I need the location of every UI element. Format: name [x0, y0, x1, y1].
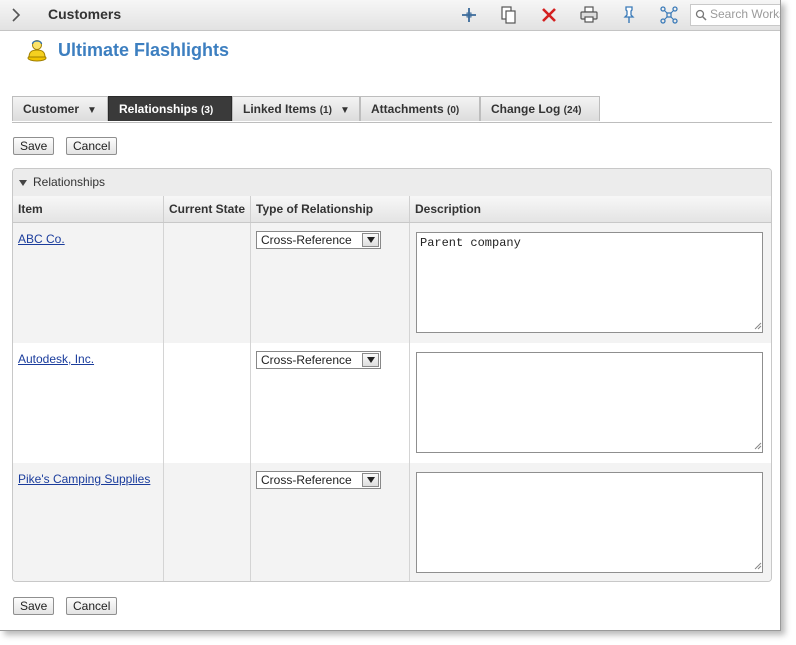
tab-label: Customer: [23, 102, 80, 116]
cancel-button-bottom[interactable]: Cancel: [66, 597, 118, 615]
column-header-item: Item: [13, 196, 164, 222]
tab-label: Relationships: [119, 102, 198, 116]
description-textarea[interactable]: Parent company: [416, 232, 763, 333]
relationship-type-select[interactable]: Cross-Reference: [256, 351, 381, 369]
column-header-type: Type of Relationship: [251, 196, 410, 222]
chevron-down-icon: ▼: [339, 105, 350, 116]
description-cell: [410, 463, 771, 581]
tab-count: (24): [563, 105, 582, 116]
save-button[interactable]: Save: [13, 137, 55, 155]
dropdown-arrow-icon: [362, 473, 379, 487]
relationship-type-select[interactable]: Cross-Reference: [256, 471, 381, 489]
relationships-section-header[interactable]: Relationships: [13, 169, 771, 197]
tab-linked-items[interactable]: Linked Items (1) ▼: [232, 96, 360, 121]
section-title: Relationships: [33, 175, 106, 189]
current-state-cell: [164, 343, 251, 463]
customer-icon: [25, 38, 49, 62]
column-header-description: Description: [415, 202, 482, 216]
add-icon[interactable]: [459, 5, 479, 25]
save-button-bottom[interactable]: Save: [13, 597, 55, 615]
tab-customer[interactable]: Customer ▼: [12, 96, 108, 121]
workflow-icon[interactable]: [659, 5, 679, 25]
clone-icon[interactable]: [499, 5, 519, 25]
item-cell: Autodesk, Inc.: [13, 343, 164, 463]
search-box[interactable]: [690, 4, 780, 26]
tab-attachments[interactable]: Attachments (0): [360, 96, 480, 121]
type-cell: Cross-Reference: [251, 343, 410, 463]
table-row: Pike's Camping Supplies Cross-Reference: [13, 463, 771, 581]
relationship-type-select[interactable]: Cross-Reference: [256, 231, 381, 249]
bookmark-icon[interactable]: [619, 5, 639, 25]
chevron-down-icon: ▼: [87, 105, 97, 116]
delete-icon[interactable]: [539, 5, 559, 25]
select-value: Cross-Reference: [261, 473, 352, 487]
collapse-caret-icon: [18, 177, 28, 187]
tab-count: (3): [201, 105, 214, 116]
tab-count: (0): [447, 105, 460, 116]
item-title: Ultimate Flashlights: [58, 40, 230, 60]
workspace-title: Customers: [48, 6, 122, 22]
workspace-toolbar: Customers: [0, 0, 780, 31]
type-cell: Cross-Reference: [251, 223, 410, 343]
dropdown-arrow-icon: [362, 353, 379, 367]
current-state-cell: [164, 463, 251, 581]
tab-count: (1): [319, 105, 332, 116]
description-cell: Parent company: [410, 223, 771, 343]
dropdown-arrow-icon: [362, 233, 379, 247]
search-input[interactable]: [710, 6, 780, 22]
description-textarea[interactable]: [416, 472, 763, 573]
tab-label: Change Log: [491, 102, 561, 116]
customer-window: Customers Search Workspace Ultimate Flas…: [0, 0, 781, 631]
description-textarea[interactable]: [416, 352, 763, 453]
relationships-panel: Relationships Item Current State Type of…: [12, 168, 772, 582]
expand-sidebar-icon[interactable]: [9, 7, 25, 23]
select-value: Cross-Reference: [261, 233, 352, 247]
print-icon[interactable]: [579, 5, 599, 25]
select-value: Cross-Reference: [261, 353, 352, 367]
tab-change-log[interactable]: Change Log (24): [480, 96, 600, 121]
table-row: ABC Co. Cross-Reference Parent company: [13, 223, 771, 343]
tab-label: Attachments: [371, 102, 444, 116]
tab-relationships[interactable]: Relationships (3): [108, 96, 232, 121]
item-cell: ABC Co.: [13, 223, 164, 343]
item-link[interactable]: ABC Co.: [18, 232, 65, 246]
table-header: Item Current State Type of Relationship …: [13, 196, 771, 223]
current-state-cell: [164, 223, 251, 343]
table-row: Autodesk, Inc. Cross-Reference: [13, 343, 771, 463]
item-link[interactable]: Autodesk, Inc.: [18, 352, 94, 366]
cancel-button[interactable]: Cancel: [66, 137, 118, 155]
type-cell: Cross-Reference: [251, 463, 410, 581]
search-icon: [695, 9, 707, 21]
tab-label: Linked Items: [243, 102, 317, 116]
item-cell: Pike's Camping Supplies: [13, 463, 164, 581]
item-link[interactable]: Pike's Camping Supplies: [18, 472, 150, 486]
item-tabs: Customer ▼ Relationships (3) Linked Items…: [12, 96, 772, 123]
description-cell: [410, 343, 771, 463]
column-header-current-state: Current State: [164, 196, 251, 222]
